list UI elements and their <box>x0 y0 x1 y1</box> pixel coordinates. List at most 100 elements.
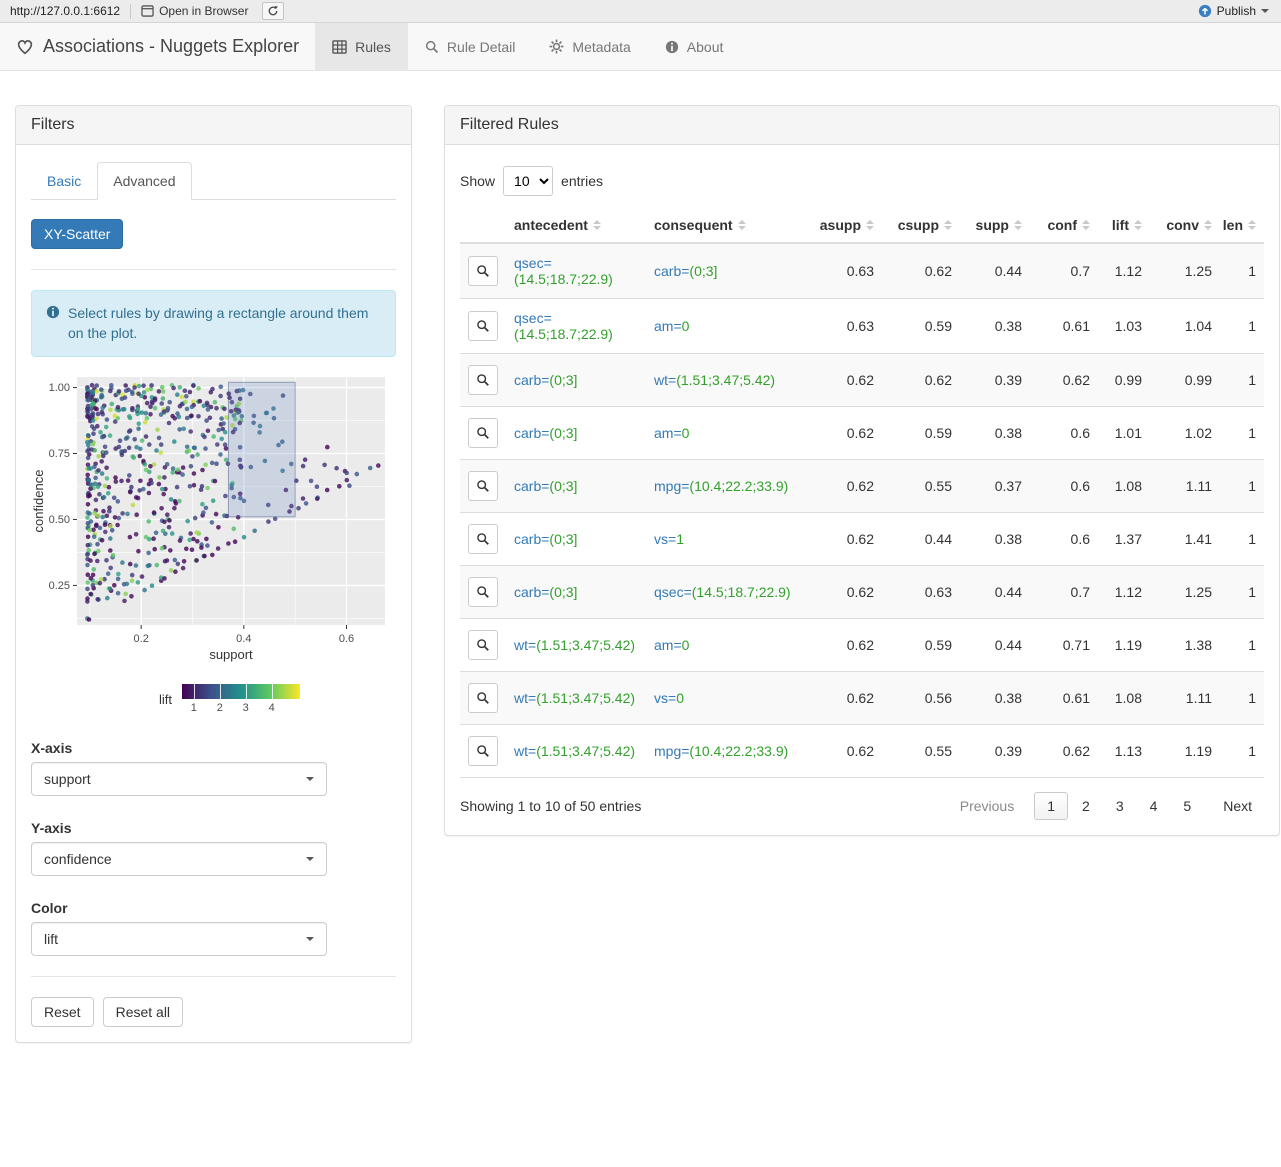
col-asupp[interactable]: asupp <box>804 208 882 244</box>
table-row: qsec=(14.5;18.7;22.9) carb=(0;3] 0.63 0.… <box>460 242 1264 299</box>
scatter-plot[interactable]: 0.2 0.4 0.6 0.25 0.50 0.75 1.00 support confid… <box>31 369 396 716</box>
view-rule-button[interactable] <box>468 736 498 766</box>
pagination-page-4[interactable]: 4 <box>1138 793 1170 819</box>
col-lift[interactable]: lift <box>1098 208 1150 244</box>
col-antecedent[interactable]: antecedent <box>506 208 646 244</box>
tab-metadata-label: Metadata <box>572 38 631 55</box>
scatter-plot-svg[interactable]: 0.2 0.4 0.6 0.25 0.50 0.75 1.00 support confid… <box>31 369 395 667</box>
consequent-cell: am=0 <box>646 406 804 460</box>
view-cell <box>460 298 506 354</box>
svg-text:0.25: 0.25 <box>49 580 70 592</box>
csupp-cell: 0.56 <box>882 671 960 725</box>
tab-rules[interactable]: Rules <box>315 23 408 70</box>
publish-button[interactable]: Publish <box>1192 4 1275 18</box>
len-cell: 1 <box>1220 512 1264 566</box>
supp-cell: 0.44 <box>960 565 1030 619</box>
tab-about[interactable]: About <box>648 23 741 70</box>
conv-cell: 0.99 <box>1150 353 1220 407</box>
view-rule-button[interactable] <box>468 683 498 713</box>
view-rule-button[interactable] <box>468 365 498 395</box>
svg-text:0.50: 0.50 <box>49 514 70 526</box>
col-consequent[interactable]: consequent <box>646 208 804 244</box>
view-cell <box>460 406 506 460</box>
conf-cell: 0.7 <box>1030 565 1098 619</box>
pagination-previous[interactable]: Previous <box>948 793 1026 819</box>
xy-scatter-button[interactable]: XY-Scatter <box>31 219 124 249</box>
csupp-cell: 0.63 <box>882 565 960 619</box>
supp-cell: 0.39 <box>960 353 1030 407</box>
divider <box>31 269 396 270</box>
col-conv[interactable]: conv <box>1150 208 1220 244</box>
antecedent-cell: qsec=(14.5;18.7;22.9) <box>506 298 646 354</box>
consequent-cell: vs=1 <box>646 512 804 566</box>
colorbar-tick <box>193 683 195 699</box>
view-rule-button[interactable] <box>468 311 498 341</box>
consequent-attribute: mpg= <box>654 478 690 494</box>
view-rule-button[interactable] <box>468 471 498 501</box>
open-in-browser-button[interactable]: Open in Browser <box>133 4 256 18</box>
tab-rule-detail[interactable]: Rule Detail <box>408 23 532 70</box>
y-axis-selected-value: confidence <box>44 850 112 867</box>
pagination-page-3[interactable]: 3 <box>1104 793 1136 819</box>
pagination-next[interactable]: Next <box>1211 793 1264 819</box>
y-axis-select[interactable]: confidence <box>31 841 327 876</box>
search-icon <box>477 586 489 598</box>
reset-all-button[interactable]: Reset all <box>102 996 184 1027</box>
selection-brush[interactable] <box>227 381 296 517</box>
antecedent-attribute: carb= <box>514 372 550 388</box>
x-axis-select[interactable]: support <box>31 761 327 796</box>
tab-about-label: About <box>686 38 724 55</box>
col-len[interactable]: len <box>1220 208 1264 244</box>
view-rule-button[interactable] <box>468 524 498 554</box>
filters-tab-advanced[interactable]: Advanced <box>97 162 192 200</box>
consequent-attribute: wt= <box>654 372 677 388</box>
consequent-cell: vs=0 <box>646 671 804 725</box>
color-select[interactable]: lift <box>31 921 327 956</box>
view-rule-button[interactable] <box>468 630 498 660</box>
csupp-cell: 0.59 <box>882 618 960 672</box>
conv-cell: 1.38 <box>1150 618 1220 672</box>
pagination-page-2[interactable]: 2 <box>1070 793 1102 819</box>
tab-metadata[interactable]: Metadata <box>532 23 647 70</box>
open-in-browser-label: Open in Browser <box>159 4 249 18</box>
filters-tab-basic[interactable]: Basic <box>31 162 97 200</box>
table-row: wt=(1.51;3.47;5.42) vs=0 0.62 0.56 0.38 … <box>460 671 1264 725</box>
antecedent-cell: wt=(1.51;3.47;5.42) <box>506 724 646 778</box>
antecedent-attribute: wt= <box>514 743 537 759</box>
consequent-cell: wt=(1.51;3.47;5.42) <box>646 353 804 407</box>
antecedent-attribute: qsec= <box>514 255 552 271</box>
lift-cell: 0.99 <box>1098 353 1150 407</box>
page-length-select[interactable]: 10 <box>503 166 554 196</box>
view-cell <box>460 724 506 778</box>
view-cell <box>460 459 506 513</box>
len-cell: 1 <box>1220 618 1264 672</box>
asupp-cell: 0.62 <box>804 724 882 778</box>
reset-button[interactable]: Reset <box>31 996 94 1027</box>
col-csupp[interactable]: csupp <box>882 208 960 244</box>
view-rule-button[interactable] <box>468 418 498 448</box>
antecedent-cell: wt=(1.51;3.47;5.42) <box>506 671 646 725</box>
lift-cell: 1.13 <box>1098 724 1150 778</box>
pagination-page-1[interactable]: 1 <box>1034 792 1069 820</box>
pagination-page-5[interactable]: 5 <box>1171 793 1203 819</box>
view-rule-button[interactable] <box>468 256 498 286</box>
app-url: http://127.0.0.1:6612 <box>10 4 121 18</box>
col-conf[interactable]: conf <box>1030 208 1098 244</box>
len-cell: 1 <box>1220 406 1264 460</box>
antecedent-value: (0;3] <box>549 531 578 547</box>
show-label: Show <box>460 173 496 189</box>
consequent-attribute: am= <box>654 318 682 334</box>
col-supp[interactable]: supp <box>960 208 1030 244</box>
filters-panel-title: Filters <box>16 106 411 145</box>
antecedent-cell: carb=(0;3] <box>506 512 646 566</box>
plot-help-text: Select rules by drawing a rectangle arou… <box>68 305 369 342</box>
consequent-cell: qsec=(14.5;18.7;22.9) <box>646 565 804 619</box>
view-rule-button[interactable] <box>468 577 498 607</box>
len-cell: 1 <box>1220 353 1264 407</box>
table-row: carb=(0;3] wt=(1.51;3.47;5.42) 0.62 0.62… <box>460 353 1264 407</box>
conv-cell: 1.19 <box>1150 724 1220 778</box>
asupp-cell: 0.63 <box>804 242 882 299</box>
antecedent-cell: carb=(0;3] <box>506 353 646 407</box>
csupp-cell: 0.55 <box>882 459 960 513</box>
refresh-app-button[interactable] <box>262 2 285 20</box>
